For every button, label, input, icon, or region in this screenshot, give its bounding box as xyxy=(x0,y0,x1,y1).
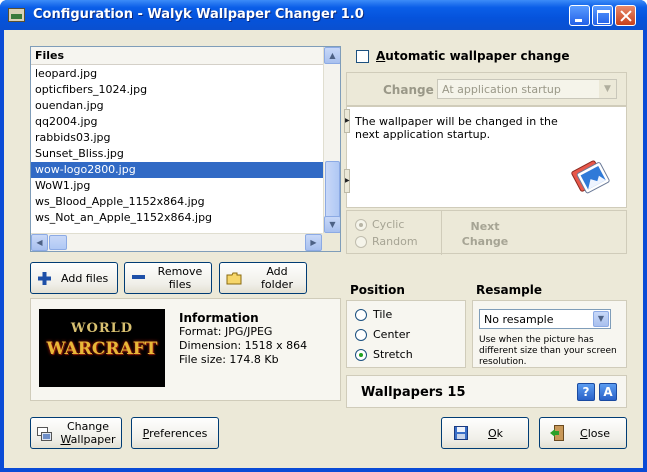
add-files-label: Add files xyxy=(61,272,109,285)
chevron-down-icon[interactable]: ▼ xyxy=(593,311,609,327)
remove-files-button[interactable]: Remove files xyxy=(124,262,212,294)
file-list-item[interactable]: ws_Blood_Apple_1152x864.jpg xyxy=(31,194,323,210)
add-files-button[interactable]: Add files xyxy=(30,262,118,294)
title-bar[interactable]: Configuration - Walyk Wallpaper Changer … xyxy=(0,0,647,30)
close-label: Close xyxy=(580,427,610,440)
maximize-button[interactable] xyxy=(592,5,613,26)
chevron-down-icon[interactable]: ▼ xyxy=(599,80,616,98)
file-list-item-selected[interactable]: wow-logo2800.jpg xyxy=(31,162,323,178)
scroll-down-icon[interactable]: ▼ xyxy=(324,216,340,233)
change-trigger-select[interactable]: At application startup ▼ xyxy=(437,79,617,99)
app-icon xyxy=(8,8,25,22)
file-list-item[interactable]: Sunset_Bliss.jpg xyxy=(31,146,323,162)
remove-files-label-line2: files xyxy=(168,278,192,291)
cyclic-radio[interactable] xyxy=(355,219,367,231)
change-wallpaper-button[interactable]: Change Wallpaper xyxy=(30,417,122,449)
add-folder-button[interactable]: Add folder xyxy=(219,262,307,294)
next-change-button[interactable]: Next Change xyxy=(441,211,628,255)
position-stretch-radio[interactable] xyxy=(355,349,367,361)
resample-value: No resample xyxy=(484,313,554,326)
minimize-button[interactable] xyxy=(569,5,590,26)
file-list-horizontal-scrollbar[interactable]: ◀ ▶ xyxy=(31,233,323,251)
file-list-item[interactable]: leopard.jpg xyxy=(31,66,323,82)
wallpapers-count-label: Wallpapers 15 xyxy=(361,385,466,400)
vertical-scroll-thumb[interactable] xyxy=(325,161,340,219)
file-list[interactable]: Files leopard.jpg opticfibers_1024.jpg o… xyxy=(30,46,341,252)
add-folder-label-line2: folder xyxy=(261,278,293,291)
ok-label: Ok xyxy=(488,427,504,440)
position-title: Position xyxy=(350,283,405,297)
change-trigger-value: At application startup xyxy=(442,83,561,96)
file-size-text: File size: 174.8 Kb xyxy=(179,353,279,366)
change-description-text: The wallpaper will be changed in the nex… xyxy=(355,115,558,141)
horizontal-scroll-thumb[interactable] xyxy=(49,235,67,250)
scrollbar-corner xyxy=(322,233,340,251)
change-description-panel: ▶ ▶ The wallpaper will be changed in the… xyxy=(344,106,627,208)
position-tile-radio[interactable] xyxy=(355,309,367,321)
window-frame: Configuration - Walyk Wallpaper Changer … xyxy=(0,0,647,472)
preferences-button[interactable]: Preferences xyxy=(131,417,219,449)
change-label: Change xyxy=(383,83,434,97)
change-wallpaper-label-line2: Wallpaper xyxy=(60,433,116,446)
thumbnail-logo-top: WORLD xyxy=(70,321,134,336)
scroll-up-icon[interactable]: ▲ xyxy=(324,47,340,64)
position-tile-label[interactable]: Tile xyxy=(373,308,392,321)
close-button[interactable]: Close xyxy=(539,417,627,449)
resample-panel: No resample ▼ Use when the picture has d… xyxy=(472,300,627,368)
file-information-panel: WORLD WARCRAFT Information Format: JPG/J… xyxy=(30,298,341,401)
wallpaper-thumbnail: WORLD WARCRAFT xyxy=(39,309,165,387)
file-list-header[interactable]: Files xyxy=(31,47,323,65)
format-text: Format: JPG/JPEG xyxy=(179,325,273,338)
change-wallpaper-label-line1: Change xyxy=(66,420,110,433)
wallpapers-count-panel: Wallpapers 15 ? A xyxy=(346,375,627,408)
change-trigger-row: Change At application startup ▼ xyxy=(346,72,627,106)
file-list-item[interactable]: ouendan.jpg xyxy=(31,98,323,114)
mode-panel: Cyclic Random Next Change xyxy=(346,210,628,255)
random-radio[interactable] xyxy=(355,236,367,248)
ok-button[interactable]: Ok xyxy=(441,417,529,449)
position-center-label[interactable]: Center xyxy=(373,328,410,341)
panel-splitter-handle[interactable]: ▶ xyxy=(344,109,350,133)
file-list-item[interactable]: WoW1.jpg xyxy=(31,178,323,194)
automatic-change-row[interactable]: Automatic wallpaper change xyxy=(356,48,626,66)
dialog-client-area: Files leopard.jpg opticfibers_1024.jpg o… xyxy=(4,30,643,468)
window-title: Configuration - Walyk Wallpaper Changer … xyxy=(33,7,364,22)
plus-icon xyxy=(38,272,51,285)
next-change-label: Next Change xyxy=(461,220,509,248)
automatic-change-checkbox[interactable] xyxy=(356,50,369,63)
folder-icon xyxy=(226,272,242,285)
close-window-button[interactable] xyxy=(615,5,636,26)
dimension-text: Dimension: 1518 x 864 xyxy=(179,339,308,352)
remove-files-label-line1: Remove xyxy=(157,265,203,278)
scroll-right-icon[interactable]: ▶ xyxy=(305,234,322,251)
file-list-item[interactable]: rabbids03.jpg xyxy=(31,130,323,146)
wallpaper-picture-icon xyxy=(571,160,610,194)
resample-hint: Use when the picture has different size … xyxy=(479,335,617,367)
help-icon[interactable]: ? xyxy=(577,383,595,401)
add-folder-label-line1: Add xyxy=(266,265,288,278)
preferences-label: Preferences xyxy=(142,427,208,440)
random-label[interactable]: Random xyxy=(372,235,418,248)
information-text: Information Format: JPG/JPEG Dimension: … xyxy=(179,311,307,367)
resample-title: Resample xyxy=(476,283,542,297)
information-heading: Information xyxy=(179,311,259,325)
exit-door-icon xyxy=(550,425,564,441)
position-center-radio[interactable] xyxy=(355,329,367,341)
scroll-left-icon[interactable]: ◀ xyxy=(31,234,48,251)
file-list-item[interactable]: ws_Not_an_Apple_1152x864.jpg xyxy=(31,210,323,226)
file-list-item[interactable]: opticfibers_1024.jpg xyxy=(31,82,323,98)
position-panel: Tile Center Stretch xyxy=(346,300,466,368)
resample-select[interactable]: No resample ▼ xyxy=(479,309,611,329)
position-stretch-label[interactable]: Stretch xyxy=(373,348,413,361)
automatic-change-label[interactable]: Automatic wallpaper change xyxy=(376,49,570,63)
panel-splitter-handle[interactable]: ▶ xyxy=(344,169,350,193)
save-icon xyxy=(454,426,468,440)
file-list-vertical-scrollbar[interactable]: ▲ ▼ xyxy=(323,47,340,233)
about-icon[interactable]: A xyxy=(599,383,617,401)
thumbnail-logo-main: WARCRAFT xyxy=(46,339,158,359)
minus-icon xyxy=(132,275,145,279)
file-list-item[interactable]: qq2004.jpg xyxy=(31,114,323,130)
wallpaper-change-icon xyxy=(37,427,52,441)
cyclic-label[interactable]: Cyclic xyxy=(372,218,404,231)
